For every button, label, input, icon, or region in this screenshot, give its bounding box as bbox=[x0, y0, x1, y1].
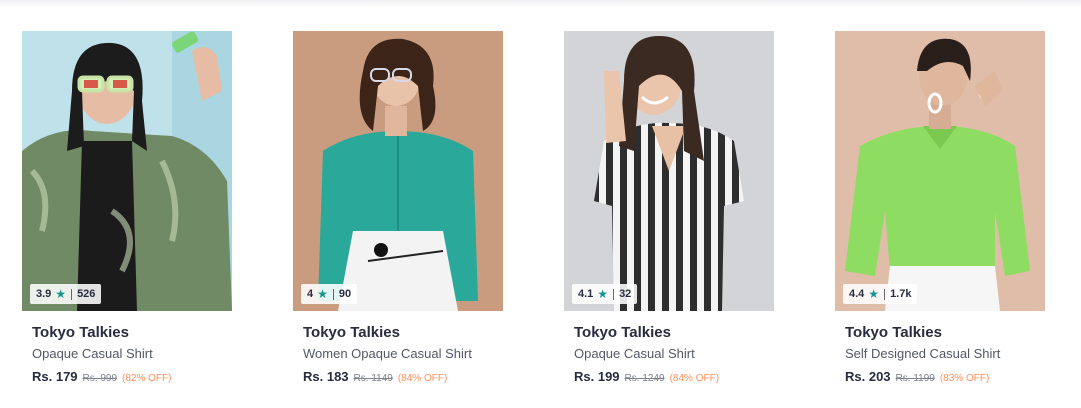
product-brand[interactable]: Tokyo Talkies bbox=[32, 323, 232, 342]
rating-value: 4 bbox=[307, 288, 314, 300]
rating-divider bbox=[613, 288, 615, 300]
rating-badge: 4.4 ★ 1.7k bbox=[843, 284, 918, 304]
product-name[interactable]: Women Opaque Casual Shirt bbox=[303, 345, 503, 362]
star-icon: ★ bbox=[868, 287, 880, 301]
rating-value: 4.1 bbox=[578, 288, 594, 300]
product-mrp: Rs. 1199 bbox=[895, 373, 935, 384]
product-card[interactable]: 4.1 ★ 32 Tokyo Talkies Opaque Casual Shi… bbox=[564, 31, 774, 384]
rating-count: 1.7k bbox=[890, 288, 912, 300]
product-brand[interactable]: Tokyo Talkies bbox=[845, 323, 1045, 342]
product-name[interactable]: Opaque Casual Shirt bbox=[32, 345, 232, 362]
rating-divider bbox=[71, 288, 73, 300]
product-price: Rs. 183 bbox=[303, 369, 349, 384]
price-row: Rs. 179 Rs. 999 (82% OFF) bbox=[32, 369, 232, 384]
rating-badge: 4 ★ 90 bbox=[301, 284, 358, 304]
product-image[interactable]: 4.4 ★ 1.7k bbox=[835, 31, 1045, 311]
rating-count: 90 bbox=[338, 288, 352, 300]
product-image[interactable]: 4.1 ★ 32 bbox=[564, 31, 774, 311]
product-grid: 3.9 ★ 526 Tokyo Talkies Opaque Casual Sh… bbox=[22, 31, 1045, 384]
product-card[interactable]: 4 ★ 90 Tokyo Talkies Women Opaque Casual… bbox=[293, 31, 503, 384]
price-row: Rs. 203 Rs. 1199 (83% OFF) bbox=[845, 369, 1045, 384]
star-icon: ★ bbox=[317, 287, 328, 301]
product-brand[interactable]: Tokyo Talkies bbox=[303, 323, 503, 342]
product-price: Rs. 199 bbox=[574, 369, 620, 384]
product-discount: (83% OFF) bbox=[939, 373, 990, 384]
product-name[interactable]: Self Designed Casual Shirt bbox=[845, 345, 1045, 362]
product-mrp: Rs. 999 bbox=[82, 373, 118, 384]
price-row: Rs. 199 Rs. 1249 (84% OFF) bbox=[574, 369, 774, 384]
header-shadow bbox=[0, 0, 1081, 8]
rating-count: 526 bbox=[77, 288, 96, 300]
rating-badge: 3.9 ★ 526 bbox=[30, 284, 102, 304]
product-price: Rs. 179 bbox=[32, 369, 78, 384]
product-image[interactable]: 3.9 ★ 526 bbox=[22, 31, 232, 311]
rating-count: 32 bbox=[619, 288, 632, 300]
price-row: Rs. 183 Rs. 1149 (84% OFF) bbox=[303, 369, 503, 384]
product-brand[interactable]: Tokyo Talkies bbox=[574, 323, 774, 342]
rating-divider bbox=[332, 288, 334, 300]
product-name[interactable]: Opaque Casual Shirt bbox=[574, 345, 774, 362]
rating-badge: 4.1 ★ 32 bbox=[572, 284, 638, 304]
product-card[interactable]: 4.4 ★ 1.7k Tokyo Talkies Self Designed C… bbox=[835, 31, 1045, 384]
product-card[interactable]: 3.9 ★ 526 Tokyo Talkies Opaque Casual Sh… bbox=[22, 31, 232, 384]
product-discount: (84% OFF) bbox=[669, 373, 720, 384]
product-image[interactable]: 4 ★ 90 bbox=[293, 31, 503, 311]
rating-value: 3.9 bbox=[36, 288, 52, 300]
rating-value: 4.4 bbox=[849, 288, 865, 300]
product-discount: (82% OFF) bbox=[122, 373, 172, 384]
product-discount: (84% OFF) bbox=[397, 373, 448, 384]
rating-divider bbox=[884, 288, 886, 300]
product-mrp: Rs. 1249 bbox=[624, 373, 665, 384]
product-price: Rs. 203 bbox=[845, 369, 891, 384]
product-mrp: Rs. 1149 bbox=[353, 373, 393, 384]
star-icon: ★ bbox=[597, 287, 609, 301]
star-icon: ★ bbox=[55, 287, 67, 301]
